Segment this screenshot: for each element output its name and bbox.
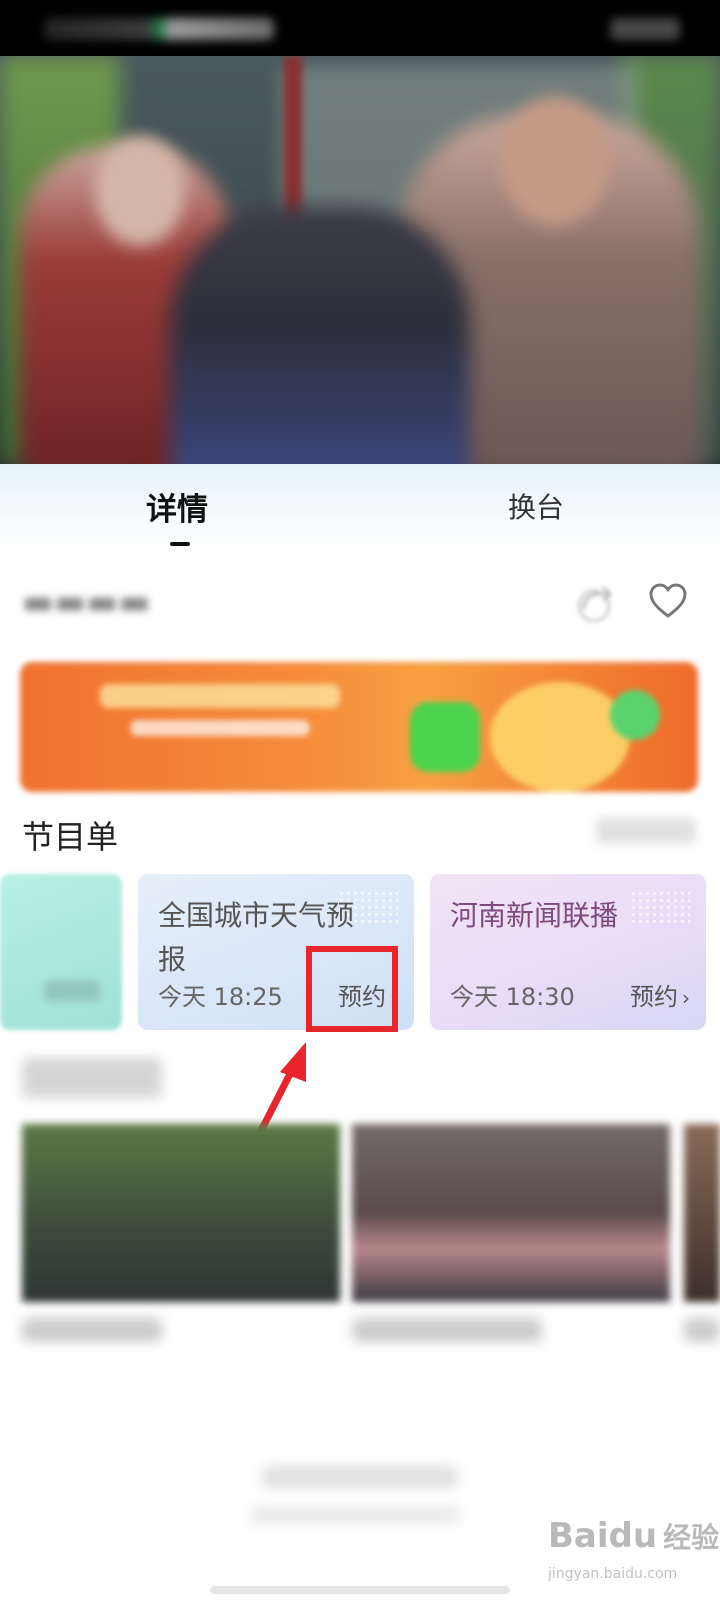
banner-mascot xyxy=(490,682,630,792)
footer-subtext-blurred xyxy=(250,1506,460,1524)
reserve-button[interactable]: 预约 › xyxy=(630,977,690,1012)
video-thumbnail[interactable] xyxy=(684,1124,720,1302)
watermark-brand: Bai xyxy=(548,1516,609,1556)
schedule-more-link[interactable] xyxy=(596,818,696,844)
schedule-card-previous-label xyxy=(44,980,100,1002)
video-thumbnail[interactable] xyxy=(352,1124,670,1302)
program-time: 今天 18:25 xyxy=(158,983,283,1011)
video-person-right-head xyxy=(500,96,610,226)
banner-subline-blurred xyxy=(130,720,310,736)
video-person-left-head xyxy=(95,136,185,246)
chevron-right-icon: › xyxy=(682,986,690,1010)
reserve-label: 预约 xyxy=(630,983,678,1011)
heart-icon[interactable] xyxy=(648,582,688,622)
banner-badge xyxy=(610,690,660,740)
thumbnail-caption-blurred xyxy=(684,1318,720,1342)
watermark-cn: 经验 xyxy=(663,1521,720,1554)
thumbnail-caption-blurred xyxy=(352,1318,542,1342)
annotation-highlight-box xyxy=(306,946,398,1032)
schedule-card-previous[interactable] xyxy=(0,874,122,1030)
status-bar-right-blurred xyxy=(610,18,680,40)
video-person-center xyxy=(170,206,470,464)
video-thumbnail[interactable] xyxy=(22,1124,340,1302)
gesture-nav-handle[interactable] xyxy=(210,1586,510,1594)
program-time: 今天 18:30 xyxy=(450,983,575,1011)
tab-bar: 详情 换台 xyxy=(0,464,720,554)
status-bar-left-blurred xyxy=(44,18,274,40)
promo-banner[interactable] xyxy=(20,662,698,792)
watermark-url: jingyan.baidu.com xyxy=(548,1566,678,1582)
baidu-watermark: Baidu 经验 xyxy=(548,1516,719,1556)
watermark-suffix: du xyxy=(608,1516,658,1556)
channel-name-blurred: ▬▬▬▬ xyxy=(22,582,151,622)
program-title: 河南新闻联播 xyxy=(450,899,619,932)
thumbnail-caption-blurred xyxy=(22,1318,162,1342)
schedule-card[interactable]: 河南新闻联播 今天 18:30 预约 › xyxy=(430,874,706,1030)
tab-switch-channel[interactable]: 换台 xyxy=(508,486,564,540)
footer-text-blurred xyxy=(262,1466,458,1488)
video-player[interactable] xyxy=(0,56,720,464)
banner-headline-blurred xyxy=(100,684,340,708)
banner-app-icon xyxy=(410,702,480,772)
hot-section-title-blurred xyxy=(22,1058,162,1098)
schedule-title: 节目单 xyxy=(22,818,119,856)
tab-details[interactable]: 详情 xyxy=(146,484,208,538)
status-bar xyxy=(0,0,720,56)
share-icon[interactable] xyxy=(574,582,614,622)
tab-active-indicator xyxy=(170,542,190,546)
